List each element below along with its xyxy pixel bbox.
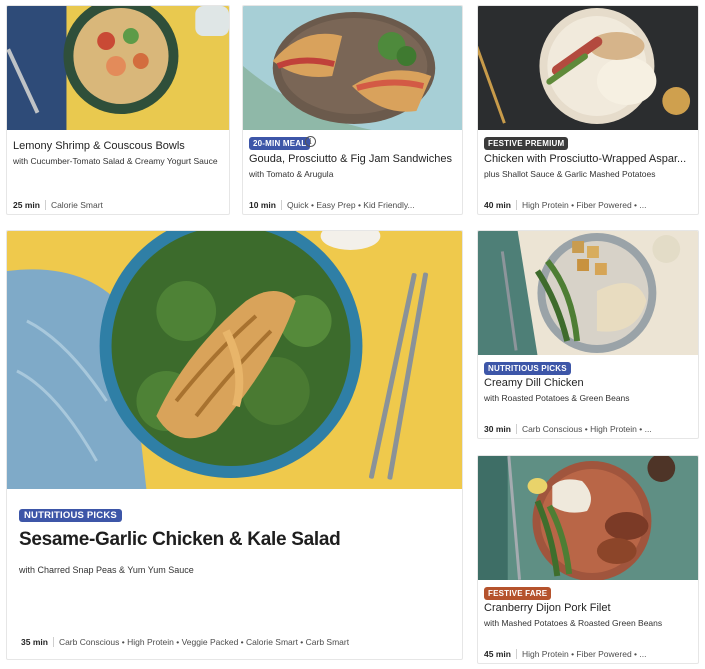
recipe-subtitle: with Roasted Potatoes & Green Beans	[484, 393, 630, 403]
recipe-subtitle: with Mashed Potatoes & Roasted Green Bea…	[484, 618, 663, 628]
cook-time: 30 min	[484, 424, 511, 434]
recipe-image	[243, 6, 462, 130]
meta-divider	[280, 200, 282, 210]
recipe-image	[478, 456, 698, 580]
recipe-meta: 45 min High Protein • Fiber Powered • ..…	[484, 649, 694, 659]
info-icon[interactable]: i	[305, 136, 316, 147]
cook-time: 25 min	[13, 200, 40, 210]
recipe-card-lemony-shrimp[interactable]: Lemony Shrimp & Couscous Bowls with Cucu…	[6, 5, 230, 215]
recipe-tags: Carb Conscious • High Protein • ...	[521, 424, 652, 434]
recipe-meta: 35 min Carb Conscious • High Protein • V…	[21, 637, 451, 647]
recipe-image	[7, 6, 229, 130]
cook-time: 45 min	[484, 649, 511, 659]
recipe-subtitle: plus Shallot Sauce & Garlic Mashed Potat…	[484, 169, 656, 179]
badge-festive-fare: FESTIVE FARE	[484, 587, 552, 600]
recipe-title[interactable]: Creamy Dill Chicken	[484, 377, 696, 389]
meta-divider	[515, 424, 517, 434]
recipe-image	[478, 231, 698, 355]
recipe-title[interactable]: Gouda, Prosciutto & Fig Jam Sandwiches	[249, 153, 459, 165]
recipe-title[interactable]: Sesame-Garlic Chicken & Kale Salad	[19, 529, 341, 551]
recipe-title[interactable]: Lemony Shrimp & Couscous Bowls	[13, 140, 225, 152]
recipe-meta: 30 min Carb Conscious • High Protein • .…	[484, 424, 694, 434]
meta-divider	[44, 200, 46, 210]
meta-divider	[515, 649, 517, 659]
recipe-card-creamy-dill-chicken[interactable]: NUTRITIOUS PICKS Creamy Dill Chicken wit…	[477, 230, 699, 439]
recipe-tags: Quick • Easy Prep • Kid Friendly...	[286, 200, 415, 210]
recipe-card-gouda-sandwiches[interactable]: 20-MIN MEAL i Gouda, Prosciutto & Fig Ja…	[242, 5, 463, 215]
recipe-tags: High Protein • Fiber Powered • ...	[521, 649, 647, 659]
recipe-tags: Calorie Smart	[50, 200, 103, 210]
recipe-title[interactable]: Chicken with Prosciutto-Wrapped Aspar...	[484, 153, 696, 165]
badge-nutritious-picks: NUTRITIOUS PICKS	[484, 362, 571, 375]
recipe-title[interactable]: Cranberry Dijon Pork Filet	[484, 602, 696, 614]
recipe-subtitle: with Tomato & Arugula	[249, 169, 334, 179]
recipe-meta: 25 min Calorie Smart	[13, 200, 227, 210]
recipe-subtitle: with Cucumber-Tomato Salad & Creamy Yogu…	[13, 156, 218, 166]
recipe-card-sesame-garlic-chicken[interactable]: NUTRITIOUS PICKS Sesame-Garlic Chicken &…	[6, 230, 463, 660]
recipe-meta: 10 min Quick • Easy Prep • Kid Friendly.…	[249, 200, 459, 210]
recipe-image	[7, 231, 462, 489]
recipe-card-cranberry-pork[interactable]: FESTIVE FARE Cranberry Dijon Pork Filet …	[477, 455, 699, 664]
meta-divider	[52, 637, 54, 647]
cook-time: 10 min	[249, 200, 276, 210]
recipe-tags: High Protein • Fiber Powered • ...	[521, 200, 647, 210]
meta-divider	[515, 200, 517, 210]
cook-time: 40 min	[484, 200, 511, 210]
badge-festive-premium: FESTIVE PREMIUM	[484, 137, 569, 150]
recipe-tags: Carb Conscious • High Protein • Veggie P…	[58, 637, 350, 647]
recipe-card-prosciutto-chicken[interactable]: FESTIVE PREMIUM Chicken with Prosciutto-…	[477, 5, 699, 215]
badge-20-min-meal: 20-MIN MEAL	[249, 137, 311, 150]
recipe-subtitle: with Charred Snap Peas & Yum Yum Sauce	[19, 565, 194, 575]
badge-nutritious-picks: NUTRITIOUS PICKS	[19, 509, 122, 522]
recipe-image	[478, 6, 698, 130]
cook-time: 35 min	[21, 637, 48, 647]
recipe-meta: 40 min High Protein • Fiber Powered • ..…	[484, 200, 694, 210]
